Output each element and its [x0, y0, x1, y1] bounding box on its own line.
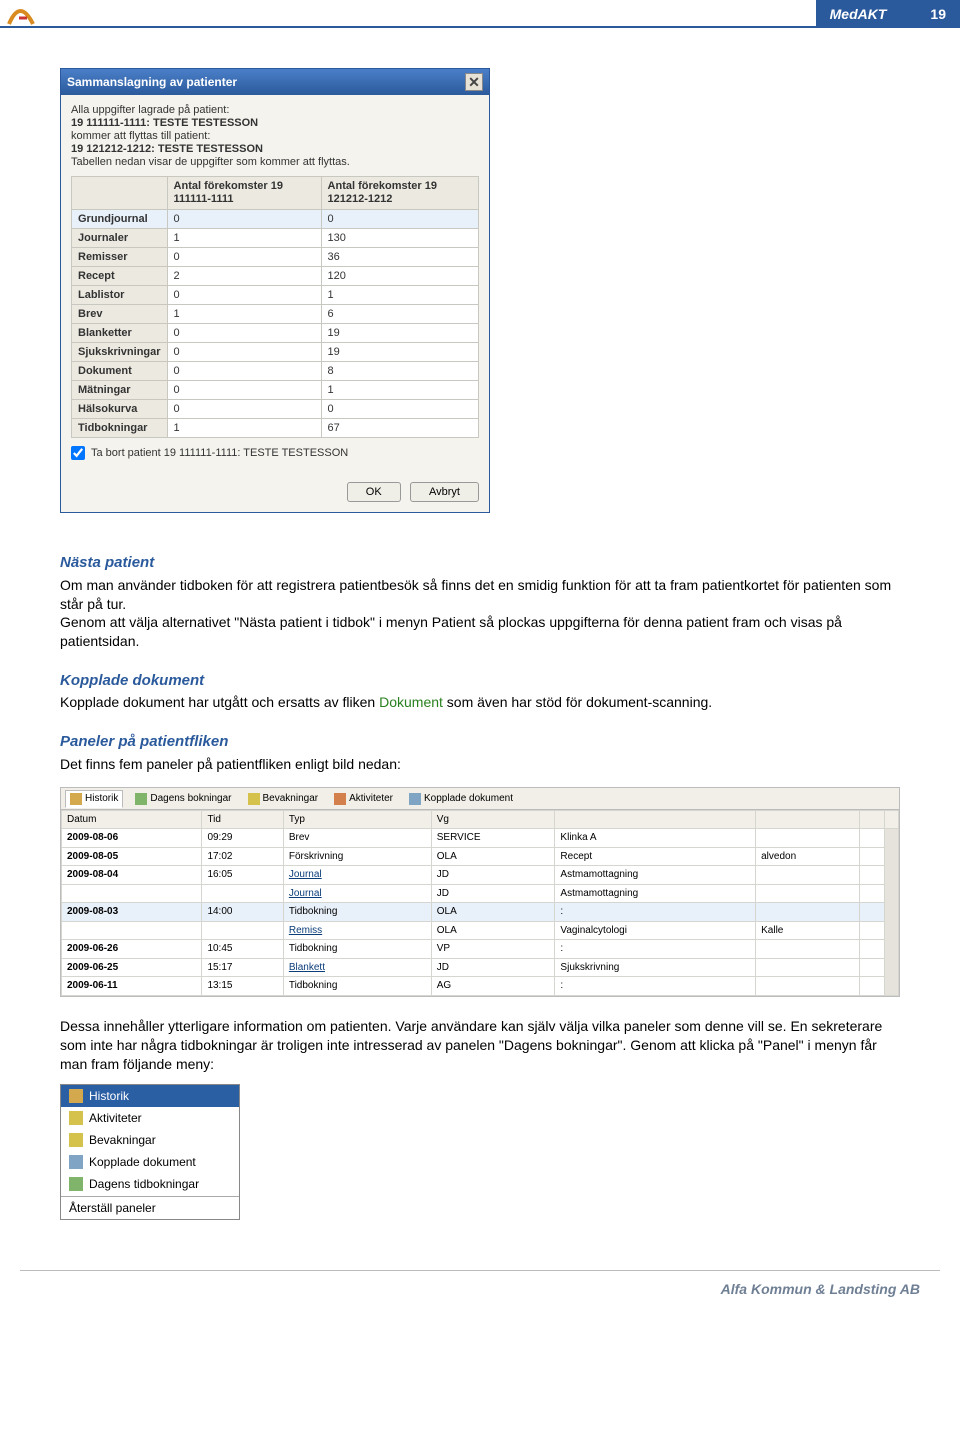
menu-icon	[69, 1111, 83, 1125]
close-icon[interactable]: ✕	[465, 73, 483, 91]
table-row: Journaler1130	[72, 229, 479, 248]
menu-icon	[69, 1089, 83, 1103]
merge-table: Antal förekomster 19 111111-1111 Antal f…	[71, 176, 479, 438]
table-row: Hälsokurva00	[72, 400, 479, 419]
table-row: Remisser036	[72, 248, 479, 267]
table-row: Mätningar01	[72, 381, 479, 400]
section-heading: Paneler på patientfliken	[60, 732, 900, 752]
section-heading: Nästa patient	[60, 553, 900, 573]
table-row[interactable]: 2009-06-1113:15TidbokningAG:	[62, 977, 899, 996]
intro-line: Alla uppgifter lagrade på patient:	[71, 104, 479, 116]
col-header: Vg	[431, 810, 555, 829]
intro-line: kommer att flyttas till patient:	[71, 130, 479, 142]
page-number: 19	[916, 0, 960, 28]
menu-icon	[69, 1155, 83, 1169]
col-header: Typ	[283, 810, 431, 829]
patient-to: 19 121212-1212: TESTE TESTESSON	[71, 143, 479, 155]
menu-item[interactable]: Bevakningar	[61, 1129, 239, 1151]
tab-dagens-bokningar[interactable]: Dagens bokningar	[131, 791, 235, 807]
table-row: Brev16	[72, 305, 479, 324]
menu-icon	[69, 1177, 83, 1191]
tab-icon	[409, 793, 421, 805]
tab-bevakningar[interactable]: Bevakningar	[244, 791, 323, 807]
table-row[interactable]: 2009-08-0517:02FörskrivningOLAReceptalve…	[62, 847, 899, 866]
row-link[interactable]: Blankett	[289, 962, 325, 973]
col-count-1: Antal förekomster 19 111111-1111	[167, 177, 321, 210]
tab-historik[interactable]: Historik	[65, 790, 123, 808]
brand-label: MedAKT	[816, 0, 917, 28]
col-header	[555, 810, 756, 829]
table-row: Tidbokningar167	[72, 419, 479, 438]
para: Kopplade dokument har utgått och ersatts…	[60, 693, 900, 712]
ok-button[interactable]: OK	[347, 482, 401, 502]
panel-menu: HistorikAktiviteterBevakningarKopplade d…	[60, 1084, 240, 1220]
header-right: MedAKT19	[816, 0, 960, 28]
para: Genom att välja alternativet "Nästa pati…	[60, 613, 900, 651]
col-header: Tid	[202, 810, 283, 829]
table-row[interactable]: 2009-06-2515:17BlankettJDSjukskrivning	[62, 958, 899, 977]
remove-patient-label: Ta bort patient 19 111111-1111: TESTE TE…	[91, 447, 348, 459]
table-row: Sjukskrivningar019	[72, 343, 479, 362]
patient-from: 19 111111-1111: TESTE TESTESSON	[71, 117, 479, 129]
table-row[interactable]: RemissOLAVaginalcytologiKalle	[62, 921, 899, 940]
table-row: Dokument08	[72, 362, 479, 381]
table-row: Grundjournal00	[72, 210, 479, 229]
tab-icon	[70, 793, 82, 805]
menu-item[interactable]: Aktiviteter	[61, 1107, 239, 1129]
menu-item-reset[interactable]: Återställ paneler	[61, 1196, 239, 1219]
menu-item[interactable]: Historik	[61, 1085, 239, 1107]
table-row[interactable]: 2009-08-0314:00TidbokningOLA:	[62, 903, 899, 922]
menu-item[interactable]: Kopplade dokument	[61, 1151, 239, 1173]
tab-icon	[248, 793, 260, 805]
col-header: Datum	[62, 810, 202, 829]
row-link[interactable]: Journal	[289, 888, 322, 899]
table-row[interactable]: 2009-08-0416:05JournalJDAstmamottagning	[62, 866, 899, 885]
remove-patient-checkbox[interactable]	[71, 446, 85, 460]
tab-aktiviteter[interactable]: Aktiviteter	[330, 791, 397, 807]
para: Dessa innehåller ytterligare information…	[60, 1017, 900, 1074]
tab-kopplade-dokument[interactable]: Kopplade dokument	[405, 791, 517, 807]
row-link[interactable]: Journal	[289, 869, 322, 880]
scrollbar[interactable]	[885, 829, 899, 996]
header-bar: MedAKT19	[0, 0, 960, 28]
para: Det finns fem paneler på patientfliken e…	[60, 755, 900, 774]
col-header	[860, 810, 885, 829]
document-body: Nästa patient Om man använder tidboken f…	[60, 553, 900, 1219]
table-row[interactable]: 2009-08-0609:29BrevSERVICEKlinka A	[62, 829, 899, 848]
menu-icon	[69, 1133, 83, 1147]
cancel-button[interactable]: Avbryt	[410, 482, 479, 502]
dialog-titlebar: Sammanslagning av patienter ✕	[61, 69, 489, 95]
dialog-title: Sammanslagning av patienter	[67, 75, 237, 89]
tab-icon	[135, 793, 147, 805]
table-row: Blanketter019	[72, 324, 479, 343]
col-blank	[72, 177, 168, 210]
menu-item[interactable]: Dagens tidbokningar	[61, 1173, 239, 1195]
merge-patients-dialog: Sammanslagning av patienter ✕ Alla uppgi…	[60, 68, 490, 513]
col-header	[756, 810, 860, 829]
logo-icon	[6, 2, 36, 26]
para: Om man använder tidboken för att registr…	[60, 576, 900, 614]
table-row: Lablistor01	[72, 286, 479, 305]
intro-line: Tabellen nedan visar de uppgifter som ko…	[71, 156, 479, 168]
table-row[interactable]: JournalJDAstmamottagning	[62, 884, 899, 903]
col-count-2: Antal förekomster 19 121212-1212	[321, 177, 478, 210]
table-row[interactable]: 2009-06-2610:45TidbokningVP:	[62, 940, 899, 959]
link-dokument: Dokument	[379, 694, 443, 710]
tab-icon	[334, 793, 346, 805]
historik-table: DatumTidTypVg 2009-08-0609:29BrevSERVICE…	[61, 810, 899, 996]
table-row: Recept2120	[72, 267, 479, 286]
patient-panel-tabs: Historik Dagens bokningar Bevakningar Aktiv…	[60, 787, 900, 997]
section-heading: Kopplade dokument	[60, 671, 900, 691]
row-link[interactable]: Remiss	[289, 925, 322, 936]
footer: Alfa Kommun & Landsting AB	[20, 1270, 940, 1307]
scrollbar-head	[885, 810, 899, 829]
